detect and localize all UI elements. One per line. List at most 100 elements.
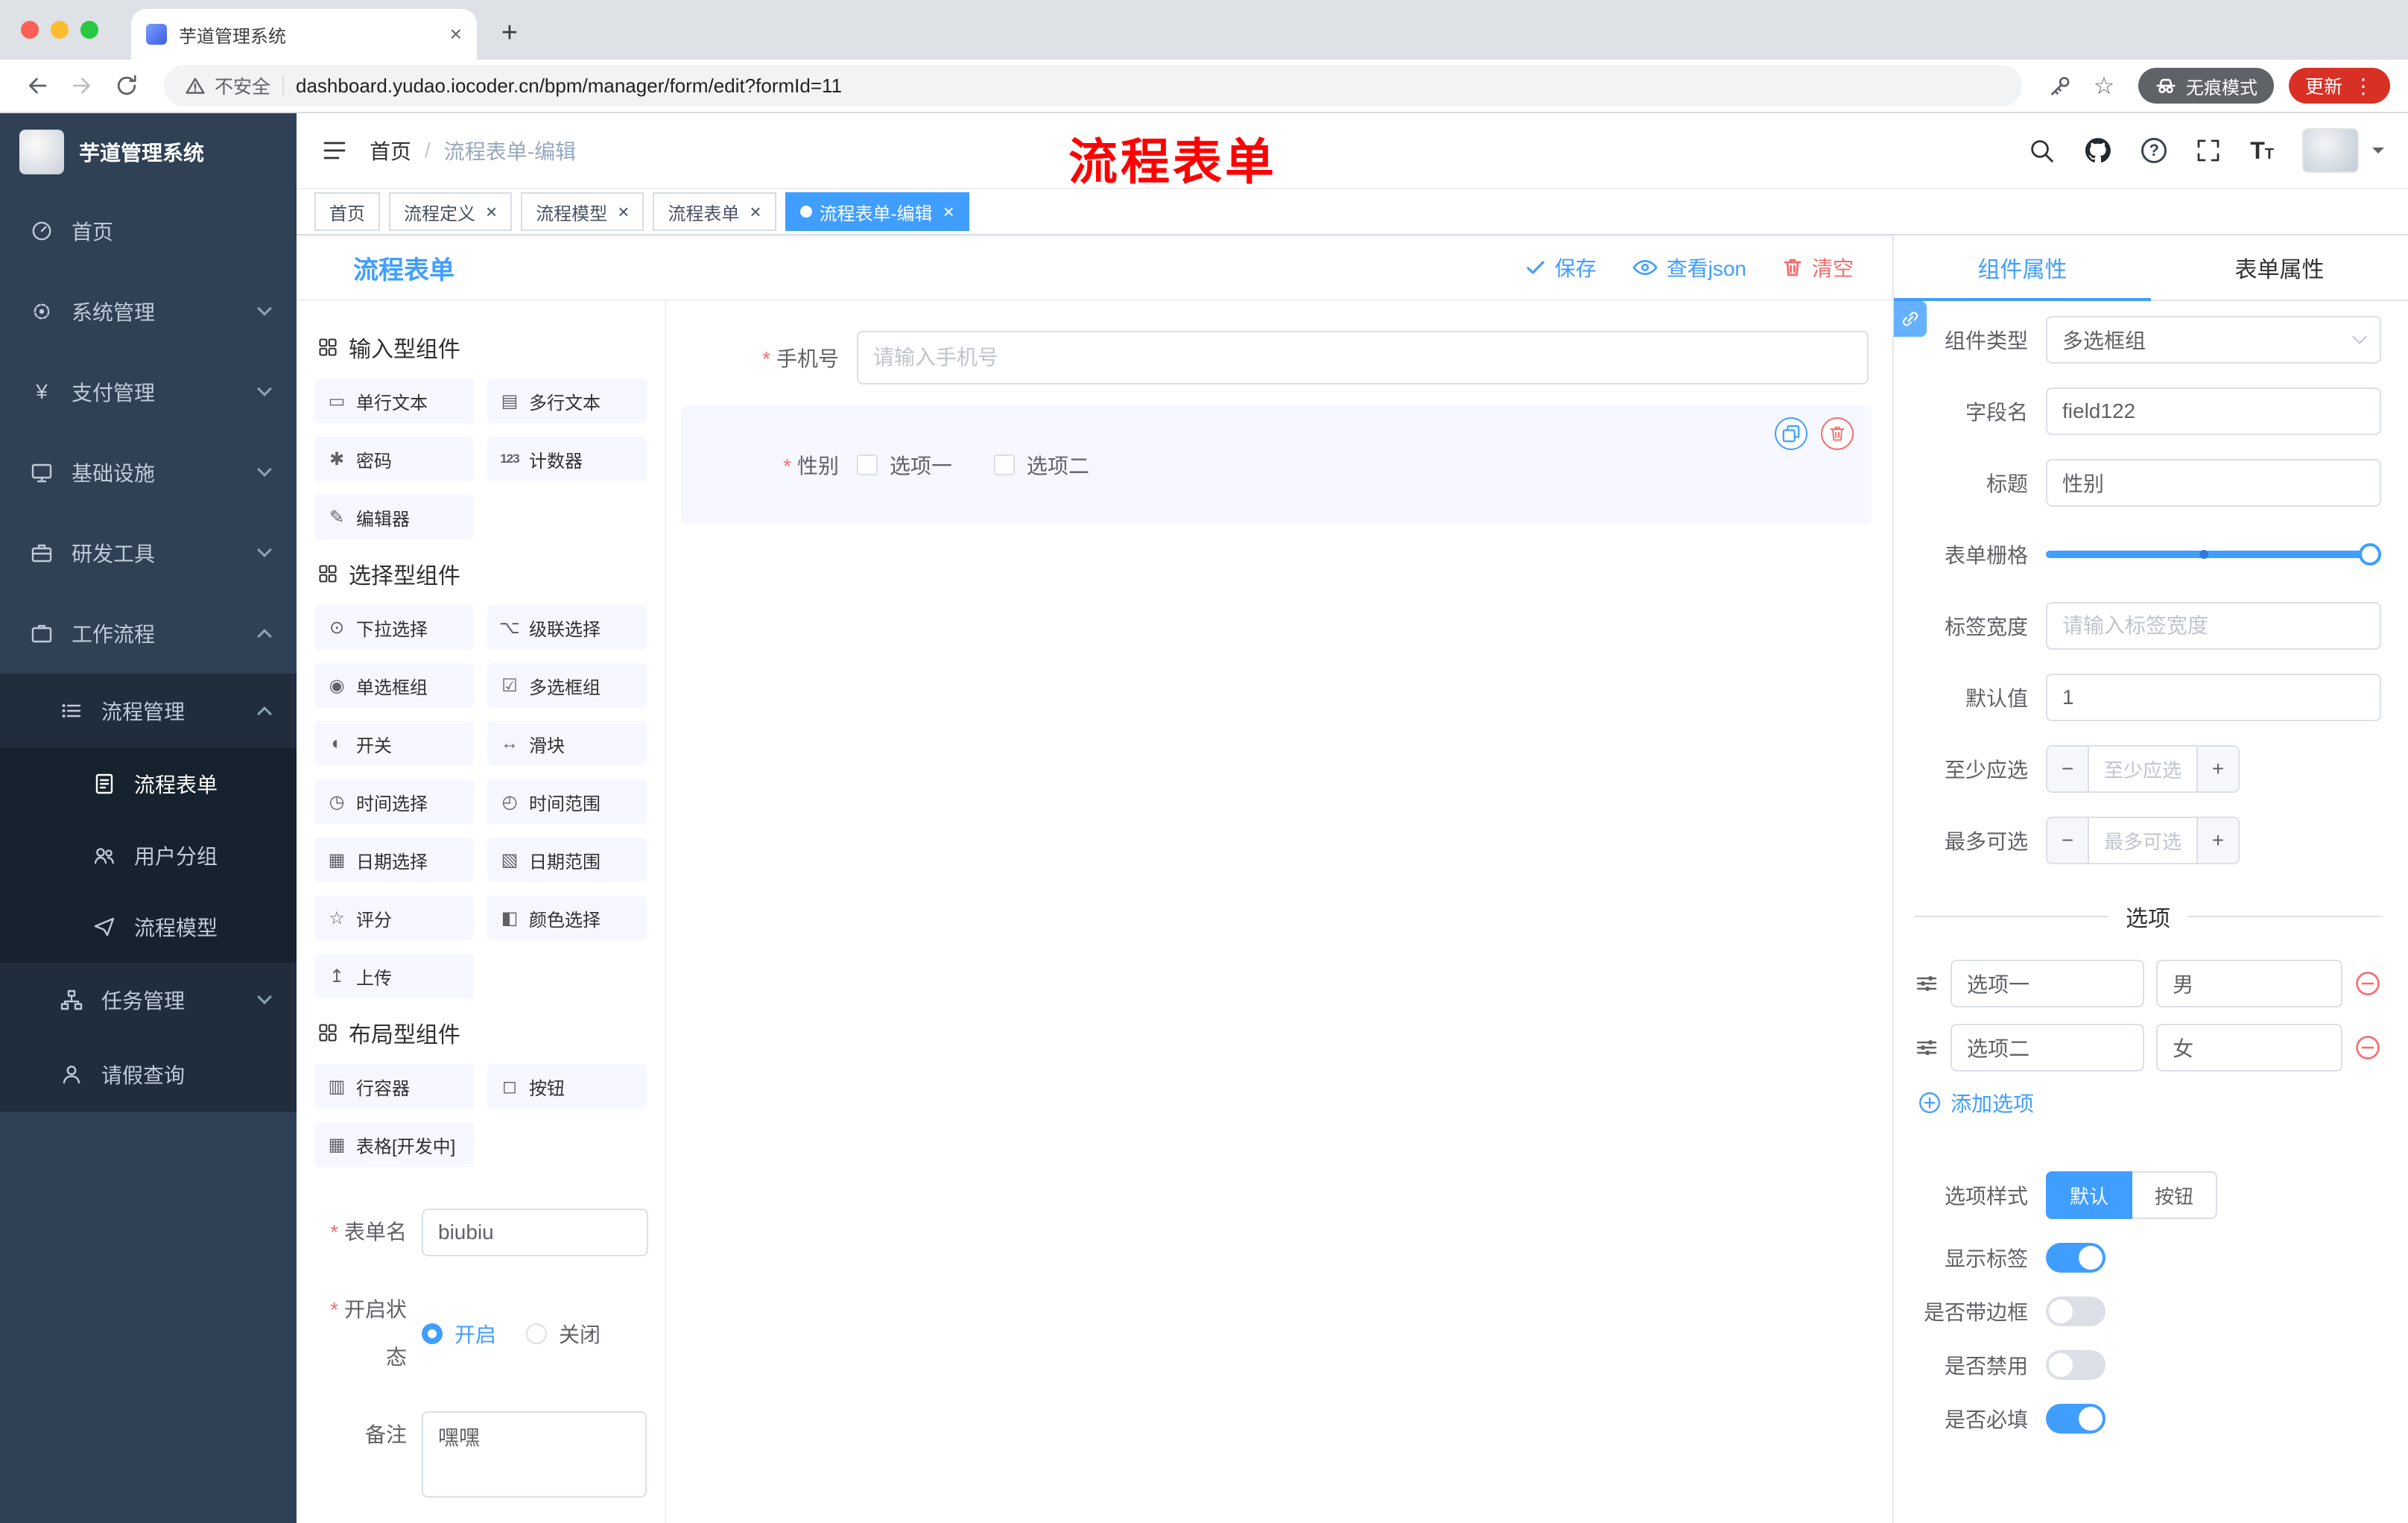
palette-item-cascader[interactable]: ⌥ 级联选择 (487, 605, 647, 650)
github-icon[interactable] (2083, 136, 2113, 165)
stepper-increase-button[interactable]: + (2196, 747, 2238, 791)
component-type-select[interactable]: 多选框组 (2046, 316, 2381, 364)
canvas-field-gender-selected[interactable]: 性别 选项一 选项二 (681, 405, 1872, 525)
hamburger-icon[interactable] (320, 136, 349, 165)
palette-item-rate[interactable]: ☆ 评分 (314, 896, 474, 940)
form-remark-textarea[interactable]: 嘿嘿 (422, 1411, 647, 1498)
form-grid-slider[interactable] (2046, 531, 2381, 578)
drag-handle-icon[interactable] (1915, 1036, 1939, 1060)
palette-item-slider[interactable]: ↔ 滑块 (487, 721, 647, 766)
drag-handle-icon[interactable] (1915, 972, 1939, 995)
sidebar-item-process-model[interactable]: 流程模型 (0, 891, 297, 963)
checkbox-label[interactable]: 选项二 (1027, 450, 1089, 480)
radio-on-label[interactable]: 开启 (454, 1319, 496, 1349)
option-value-input[interactable] (2156, 960, 2342, 1007)
palette-item-password[interactable]: ✱ 密码 (314, 437, 474, 481)
sidebar-item-payment[interactable]: ¥ 支付管理 (0, 352, 297, 432)
help-icon[interactable]: ? (2141, 138, 2167, 163)
reload-icon[interactable] (107, 66, 146, 105)
field-name-input[interactable] (2046, 387, 2381, 435)
canvas-field-phone[interactable]: 手机号 (681, 331, 1872, 384)
palette-item-checkbox-group[interactable]: ☑ 多选框组 (487, 663, 647, 708)
sidebar-item-leave-query[interactable]: 请假查询 (0, 1037, 297, 1112)
new-tab-button[interactable]: + (489, 12, 530, 54)
tag-process-form[interactable]: 流程表单 × (653, 192, 776, 231)
radio-on[interactable] (422, 1323, 443, 1344)
disabled-switch[interactable] (2046, 1350, 2106, 1380)
font-size-icon[interactable]: TT (2250, 139, 2274, 162)
stepper-placeholder[interactable]: 至少应选 (2089, 747, 2196, 791)
label-width-input[interactable] (2046, 602, 2381, 650)
avatar[interactable] (2302, 128, 2359, 173)
delete-component-button[interactable] (1821, 417, 1854, 450)
form-canvas[interactable]: 手机号 性别 (666, 301, 1892, 1523)
address-bar[interactable]: 不安全 dashboard.yudao.iocoder.cn/bpm/manag… (164, 65, 2022, 107)
window-minimize-button[interactable] (51, 21, 69, 39)
sidebar-item-workflow[interactable]: 工作流程 (0, 593, 297, 674)
required-switch[interactable] (2046, 1404, 2106, 1434)
sidebar-item-home[interactable]: 首页 (0, 191, 297, 271)
palette-item-time-picker[interactable]: ◷ 时间选择 (314, 779, 474, 824)
palette-item-multiline-text[interactable]: ▤ 多行文本 (487, 379, 647, 423)
view-json-button[interactable]: 查看json (1632, 253, 1746, 282)
palette-item-date-range[interactable]: ▧ 日期范围 (487, 838, 647, 882)
sidebar-item-system[interactable]: 系统管理 (0, 271, 297, 352)
window-zoom-button[interactable] (80, 21, 98, 39)
tag-close-icon[interactable]: × (943, 202, 954, 221)
forward-icon[interactable] (63, 66, 101, 105)
border-switch[interactable] (2046, 1296, 2106, 1326)
title-input[interactable] (2046, 459, 2381, 507)
tag-close-icon[interactable]: × (486, 202, 497, 221)
avatar-caret-icon[interactable] (2372, 148, 2384, 159)
bookmark-star-icon[interactable]: ☆ (2085, 66, 2123, 105)
remove-option-icon[interactable] (2354, 1034, 2381, 1061)
form-name-input[interactable] (422, 1209, 648, 1256)
tag-close-icon[interactable]: × (750, 202, 761, 221)
back-icon[interactable] (18, 66, 57, 105)
browser-update-button[interactable]: 更新 ⋮ (2288, 68, 2390, 104)
style-button-button[interactable]: 按钮 (2132, 1171, 2218, 1219)
breadcrumb-home[interactable]: 首页 (370, 136, 411, 165)
option-value-input[interactable] (2156, 1024, 2342, 1071)
window-close-button[interactable] (21, 21, 39, 39)
radio-off[interactable] (526, 1323, 548, 1344)
sidebar-logo[interactable]: 芋道管理系统 (0, 113, 297, 191)
palette-item-select[interactable]: ⊙ 下拉选择 (314, 605, 474, 650)
save-button[interactable]: 保存 (1525, 253, 1597, 282)
palette-item-single-text[interactable]: ▭ 单行文本 (314, 379, 474, 423)
sidebar-item-devtools[interactable]: 研发工具 (0, 513, 297, 593)
palette-item-switch[interactable]: ◐ 开关 (314, 721, 474, 766)
option-label-input[interactable] (1951, 1024, 2145, 1071)
tag-home[interactable]: 首页 (314, 192, 380, 231)
palette-item-button[interactable]: ◻ 按钮 (487, 1064, 647, 1109)
browser-menu-kebab-icon[interactable]: ⋮ (2353, 74, 2374, 98)
default-value-input[interactable] (2046, 674, 2381, 721)
remove-option-icon[interactable] (2354, 970, 2381, 997)
password-key-icon[interactable] (2040, 66, 2079, 105)
palette-item-row-container[interactable]: ▥ 行容器 (314, 1064, 474, 1109)
option-label-input[interactable] (1951, 960, 2145, 1007)
clear-button[interactable]: 清空 (1782, 253, 1854, 282)
stepper-increase-button[interactable]: + (2196, 818, 2238, 863)
palette-item-time-range[interactable]: ◴ 时间范围 (487, 779, 647, 824)
sidebar-item-task-management[interactable]: 任务管理 (0, 963, 297, 1037)
checkbox-label[interactable]: 选项一 (890, 450, 952, 480)
sidebar-item-user-groups[interactable]: 用户分组 (0, 820, 297, 891)
tag-close-icon[interactable]: × (618, 202, 629, 221)
stepper-placeholder[interactable]: 最多可选 (2089, 818, 2196, 863)
tab-component-props[interactable]: 组件属性 (1894, 235, 2151, 301)
checkbox-option-2[interactable] (994, 455, 1016, 475)
sidebar-item-infrastructure[interactable]: 基础设施 (0, 432, 297, 513)
add-option-button[interactable]: 添加选项 (1918, 1088, 2381, 1118)
show-label-switch[interactable] (2046, 1243, 2106, 1273)
style-default-button[interactable]: 默认 (2046, 1171, 2133, 1219)
sidebar-item-process-form[interactable]: 流程表单 (0, 748, 297, 820)
stepper-decrease-button[interactable]: − (2047, 747, 2089, 791)
palette-item-counter[interactable]: 123 计数器 (487, 437, 647, 481)
palette-item-radio-group[interactable]: ◉ 单选框组 (314, 663, 474, 708)
tab-close-icon[interactable]: × (450, 24, 462, 45)
search-icon[interactable] (2028, 137, 2055, 164)
tag-process-definition[interactable]: 流程定义 × (389, 192, 513, 231)
sidebar-item-process-management[interactable]: 流程管理 (0, 674, 297, 748)
link-badge[interactable] (1894, 301, 1927, 337)
